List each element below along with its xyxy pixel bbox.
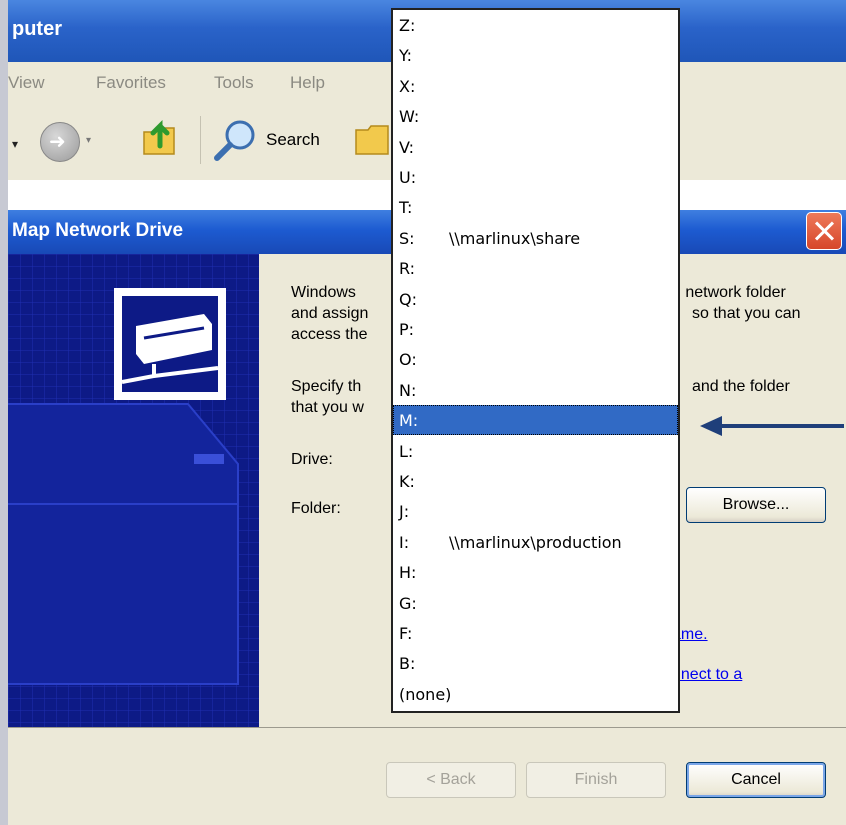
drive-option[interactable]: O: bbox=[393, 344, 678, 374]
drive-letter: N: bbox=[399, 380, 417, 400]
drive-letter: K: bbox=[399, 472, 415, 491]
back-dropdown-icon[interactable]: ▾ bbox=[12, 137, 18, 151]
drive-option[interactable]: Q: bbox=[393, 284, 678, 314]
search-button-label[interactable]: Search bbox=[266, 130, 320, 150]
drive-label: Drive: bbox=[291, 451, 333, 468]
drive-option[interactable]: P: bbox=[393, 314, 678, 344]
drive-option[interactable]: L: bbox=[393, 436, 678, 466]
drive-letter: P: bbox=[399, 320, 415, 339]
drive-letter: F: bbox=[399, 624, 413, 643]
drive-option[interactable]: G: bbox=[393, 588, 678, 618]
menu-view[interactable]: View bbox=[8, 73, 45, 93]
drive-option[interactable]: U: bbox=[393, 162, 678, 192]
drive-option[interactable]: N: bbox=[393, 375, 678, 405]
dialog-title: Map Network Drive bbox=[12, 220, 184, 241]
drive-option[interactable]: R: bbox=[393, 253, 678, 283]
drive-mapped-path: \\marlinux\share bbox=[449, 228, 581, 248]
folder-label: Folder: bbox=[291, 500, 341, 517]
explorer-title: puter bbox=[12, 18, 62, 40]
toolbar-separator bbox=[200, 116, 201, 164]
menu-tools[interactable]: Tools bbox=[214, 73, 254, 93]
search-icon[interactable] bbox=[212, 118, 258, 164]
drive-letter: Q: bbox=[399, 289, 417, 309]
specify-text-line1-right: and the folder bbox=[692, 378, 790, 395]
drive-letter: T: bbox=[399, 198, 413, 218]
browse-button[interactable]: Browse... bbox=[686, 487, 826, 523]
wizard-side-panel bbox=[8, 254, 259, 727]
forward-dropdown-icon[interactable]: ▾ bbox=[86, 135, 91, 146]
pointer-arrow-icon bbox=[700, 416, 844, 436]
drive-letter: I: bbox=[399, 532, 410, 552]
drive-mapped-path: \\marlinux\production bbox=[449, 532, 622, 552]
drive-option[interactable]: J: bbox=[393, 496, 678, 526]
specify-text-line2: that you w bbox=[291, 399, 364, 416]
cancel-button[interactable]: Cancel bbox=[686, 762, 826, 798]
drive-letter: B: bbox=[399, 654, 416, 674]
drive-letter: H: bbox=[399, 563, 417, 583]
back-button[interactable]: < Back bbox=[386, 762, 516, 798]
drive-letter: Z: bbox=[399, 16, 416, 35]
drive-letter: O: bbox=[399, 350, 417, 370]
forward-arrow-icon[interactable] bbox=[40, 122, 80, 162]
drive-letter: S: bbox=[399, 228, 415, 248]
drive-option[interactable]: Y: bbox=[393, 40, 678, 70]
drive-letter: U: bbox=[399, 168, 417, 187]
drive-option[interactable]: F: bbox=[393, 618, 678, 648]
drive-option[interactable]: V: bbox=[393, 132, 678, 162]
folder-up-icon[interactable] bbox=[140, 116, 180, 158]
drive-option[interactable]: (none) bbox=[393, 679, 678, 709]
drive-letter: L: bbox=[399, 441, 414, 461]
drive-option[interactable]: X: bbox=[393, 71, 678, 101]
drive-option[interactable]: T: bbox=[393, 192, 678, 222]
specify-text-line1: Specify th bbox=[291, 378, 362, 395]
drive-option[interactable]: H: bbox=[393, 557, 678, 587]
finish-button[interactable]: Finish bbox=[526, 762, 666, 798]
drive-letter: J: bbox=[399, 502, 410, 522]
drive-option[interactable]: K: bbox=[393, 466, 678, 496]
drive-option[interactable]: S: \\marlinux\share bbox=[393, 223, 678, 253]
button-separator bbox=[8, 727, 846, 728]
drive-letter: X: bbox=[399, 76, 416, 96]
intro-text-line2-right: so that you can bbox=[692, 305, 801, 322]
intro-text-line3: access the bbox=[291, 326, 368, 343]
drive-option[interactable]: Z: bbox=[393, 10, 678, 40]
drive-dropdown-list[interactable]: Z: Y: X: W: V: U: T: S: \\marlinux\share R: Q: P: O:… bbox=[391, 8, 680, 713]
drive-letter: V: bbox=[399, 137, 415, 157]
intro-text-line1: Windows bbox=[291, 284, 356, 301]
drive-option[interactable]: B: bbox=[393, 648, 678, 678]
folders-icon[interactable] bbox=[352, 120, 392, 160]
intro-text-line2: and assign bbox=[291, 305, 369, 322]
drive-option[interactable]: W: bbox=[393, 101, 678, 131]
drive-letter: G: bbox=[399, 593, 417, 613]
drive-option[interactable]: M: bbox=[393, 405, 678, 436]
drive-letter: (none) bbox=[399, 684, 452, 704]
drive-letter: W: bbox=[399, 107, 420, 127]
drive-letter: M: bbox=[399, 411, 419, 431]
intro-text-line1-right: d network folder bbox=[672, 284, 786, 301]
drive-letter: Y: bbox=[399, 46, 413, 66]
screen-edge bbox=[0, 0, 8, 825]
drive-letter: R: bbox=[399, 259, 416, 279]
connect-storage-link[interactable]: nnect to a bbox=[672, 664, 742, 685]
network-drive-illustration bbox=[8, 254, 259, 727]
menu-help[interactable]: Help bbox=[290, 73, 325, 93]
drive-option[interactable]: I: \\marlinux\production bbox=[393, 527, 678, 557]
menu-favorites[interactable]: Favorites bbox=[96, 73, 166, 93]
close-button[interactable] bbox=[806, 212, 842, 250]
screen: puter View Favorites Tools Help ▾ ▾ Sear… bbox=[8, 0, 846, 825]
